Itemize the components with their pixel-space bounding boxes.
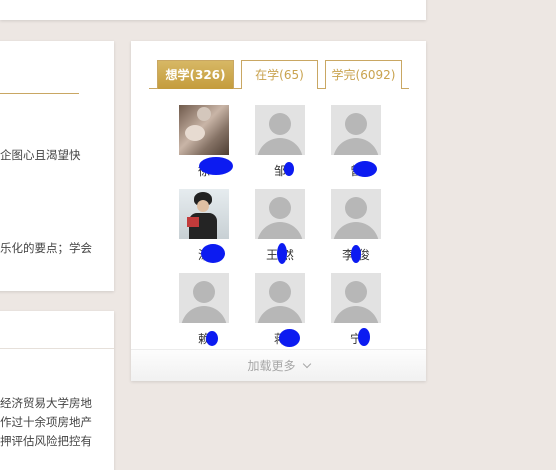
avatar [331,189,381,239]
learners-panel: 想学(326) 在学(65) 学完(6092) 徐 邹 曾 涂 王 然 [131,41,426,381]
load-more-button[interactable]: 加载更多 [131,349,426,381]
avatar [179,105,229,155]
learner-item[interactable]: 蒋 [254,273,306,351]
learner-item[interactable]: 邹 [254,105,306,183]
avatar [331,273,381,323]
learner-item[interactable]: 李 俊 [330,189,382,267]
instructor-line: 作过十余项房地产 [0,415,92,429]
avatar [179,189,229,239]
learner-name: 赖 [197,332,210,346]
learner-item[interactable]: 赖 [178,273,230,351]
divider [0,93,79,94]
learner-item[interactable]: 宁 [330,273,382,351]
avatar [255,105,305,155]
instructor-panel: 经济贸易大学房地 作过十余项房地产 押评估风险把控有 [0,311,114,470]
learner-item[interactable]: 王 然 [254,189,306,267]
tab-want-to-learn[interactable]: 想学(326) [157,60,234,89]
top-panel [0,0,426,20]
learner-name: 邹 [273,164,286,178]
avatar [255,273,305,323]
course-description-panel: 企图心且渴望快 乐化的要点；学会 [0,41,114,291]
description-line: 乐化的要点；学会 [0,241,92,255]
instructor-line: 押评估风险把控有 [0,434,92,448]
chevron-down-icon [302,359,311,369]
instructor-line: 经济贸易大学房地 [0,396,92,410]
load-more-label: 加载更多 [247,359,296,373]
learner-item[interactable]: 曾 [330,105,382,183]
learner-grid: 徐 邹 曾 涂 王 然 李 俊 [178,105,388,355]
tab-completed[interactable]: 学完(6092) [325,60,402,89]
avatar [255,189,305,239]
learner-item[interactable]: 徐 [178,105,233,183]
divider [0,348,114,349]
avatar [331,105,381,155]
avatar [179,273,229,323]
learner-name: 宁 [349,332,362,346]
description-line: 企图心且渴望快 [0,148,81,162]
learner-tabs: 想学(326) 在学(65) 学完(6092) [149,60,409,89]
tab-learning[interactable]: 在学(65) [241,60,318,89]
learner-item[interactable]: 涂 [178,189,230,267]
